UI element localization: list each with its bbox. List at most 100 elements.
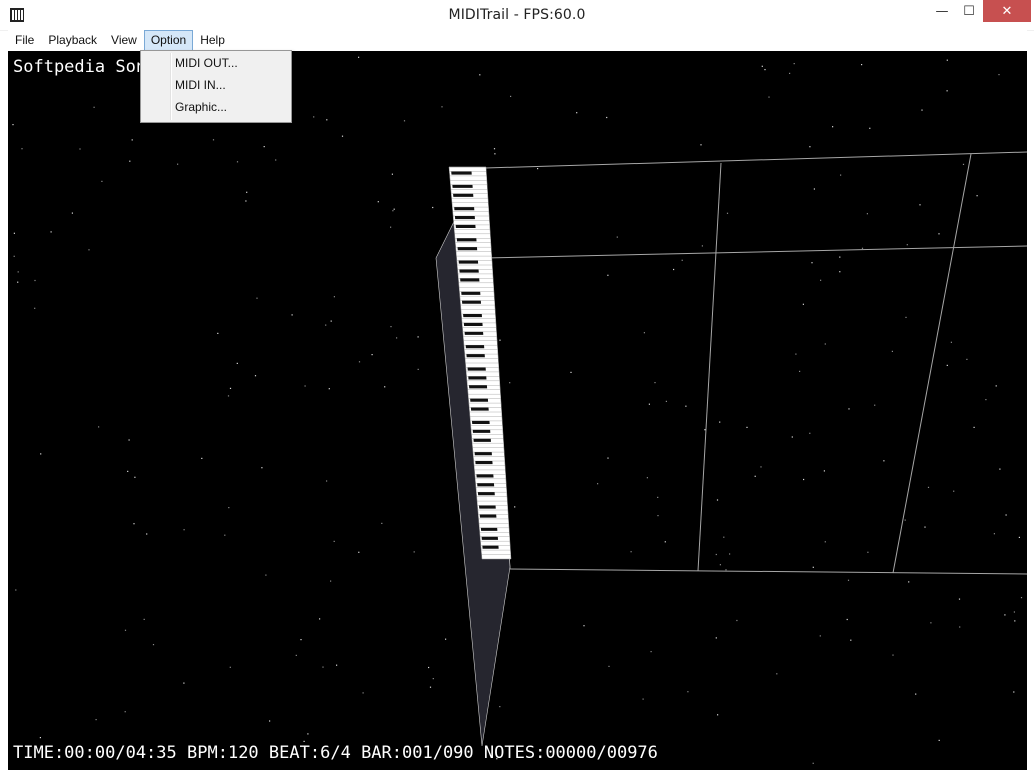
star: [938, 739, 940, 741]
star: [847, 579, 850, 581]
star: [499, 339, 501, 341]
star: [236, 161, 239, 163]
black-key: [454, 216, 475, 220]
maximize-button[interactable]: ☐: [955, 0, 983, 22]
star: [494, 153, 496, 155]
star: [950, 341, 952, 343]
star: [303, 740, 305, 742]
star: [393, 208, 395, 210]
star: [966, 358, 968, 360]
star: [811, 262, 813, 264]
star: [358, 361, 361, 363]
star: [95, 719, 97, 721]
star: [891, 350, 893, 352]
star: [938, 233, 940, 235]
grid-line: [484, 151, 1027, 169]
star: [761, 65, 763, 67]
close-button[interactable]: ✕: [983, 0, 1031, 22]
star: [812, 566, 814, 568]
black-key: [480, 527, 498, 531]
star: [479, 74, 481, 76]
star: [261, 467, 263, 469]
black-key: [453, 193, 474, 197]
star: [127, 470, 129, 472]
star: [228, 507, 230, 509]
star: [883, 460, 885, 462]
star: [985, 399, 987, 401]
star: [330, 320, 332, 322]
star: [445, 638, 447, 640]
star: [973, 426, 975, 428]
star: [958, 598, 961, 600]
star: [616, 236, 618, 238]
render-viewport[interactable]: Softpedia Song TIME:00:00/04:35 BPM:120 …: [8, 51, 1027, 770]
star: [134, 476, 136, 478]
star: [417, 368, 419, 370]
star: [391, 173, 393, 175]
black-key: [458, 260, 479, 264]
star: [509, 382, 511, 384]
star: [307, 733, 309, 735]
black-key: [452, 184, 473, 188]
star: [809, 432, 811, 434]
star: [34, 279, 36, 282]
star: [371, 354, 373, 356]
title-bar: MIDITrail - FPS:60.0 — ☐ ✕: [0, 0, 1034, 31]
star: [793, 63, 795, 65]
star: [295, 654, 297, 656]
star: [256, 297, 258, 299]
black-key: [482, 545, 499, 549]
star: [999, 468, 1001, 470]
minimize-button[interactable]: —: [928, 0, 956, 22]
star: [333, 540, 335, 542]
menu-item-midi-out[interactable]: MIDI OUT...: [175, 52, 238, 74]
status-notes: NOTES:00000/00976: [483, 743, 658, 763]
star: [681, 259, 683, 261]
star: [358, 56, 360, 58]
menu-help[interactable]: Help: [193, 30, 232, 51]
black-key: [465, 345, 485, 349]
black-key: [477, 483, 495, 487]
star: [840, 174, 842, 176]
status-time: TIME:00:00/04:35: [13, 743, 177, 763]
star: [212, 139, 215, 141]
star: [1004, 614, 1006, 616]
starfield: [12, 56, 1023, 764]
star: [597, 483, 599, 485]
star: [40, 453, 42, 455]
star: [946, 59, 948, 61]
menu-playback[interactable]: Playback: [41, 30, 104, 51]
star: [866, 213, 868, 215]
star: [1020, 597, 1023, 599]
star: [88, 249, 90, 251]
menu-item-graphic[interactable]: Graphic...: [175, 96, 227, 118]
star: [333, 296, 335, 298]
star: [493, 148, 496, 150]
star: [1013, 691, 1015, 693]
star: [183, 529, 185, 531]
black-key: [454, 207, 475, 211]
star: [976, 195, 978, 197]
star: [245, 200, 247, 202]
star: [336, 664, 338, 666]
grid-line: [892, 153, 972, 574]
black-key: [474, 452, 492, 456]
star: [358, 551, 360, 553]
star: [291, 314, 293, 316]
star: [608, 665, 610, 667]
star: [819, 635, 821, 637]
star: [50, 231, 52, 233]
star: [802, 303, 804, 305]
menu-item-midi-in[interactable]: MIDI IN...: [175, 74, 226, 96]
black-key: [476, 474, 494, 478]
menu-view[interactable]: View: [104, 30, 144, 51]
star: [846, 618, 848, 621]
star: [1013, 611, 1015, 613]
star: [17, 281, 19, 283]
menu-option[interactable]: Option: [143, 29, 194, 51]
star: [98, 426, 100, 428]
grid-line: [509, 568, 1027, 575]
menu-file[interactable]: File: [8, 30, 41, 51]
star: [403, 120, 406, 122]
star: [133, 523, 135, 525]
